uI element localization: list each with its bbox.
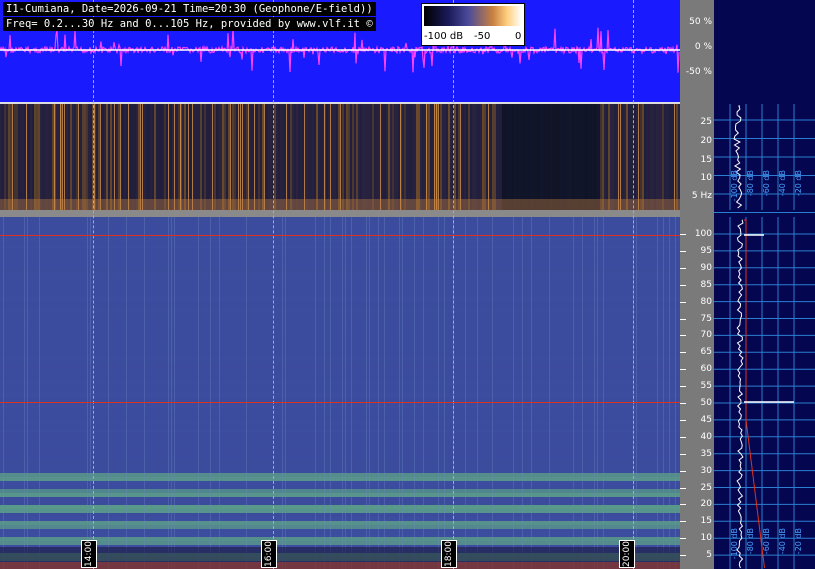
geophone-axis: 25 20 15 10 5 Hz xyxy=(680,104,714,210)
axis-tick-mark xyxy=(680,470,686,472)
profile-db-label: -40 dB xyxy=(778,528,787,555)
color-scale-legend: -100 dB -50 0 xyxy=(421,3,525,46)
axis-tick: -50 % xyxy=(685,67,712,77)
axis-tick: 10 xyxy=(700,173,712,183)
axis-tick-mark xyxy=(680,234,686,235)
profile-db-label: -20 dB xyxy=(794,528,803,555)
hour-marker xyxy=(93,0,94,569)
profile-db-label: -40 dB xyxy=(778,170,787,197)
axis-tick: 65 xyxy=(700,347,712,358)
axis-tick-mark xyxy=(680,318,686,320)
axis-tick-mark xyxy=(680,419,686,421)
time-label: 16:00 xyxy=(261,540,277,568)
axis-tick-mark xyxy=(680,403,686,404)
axis-tick-mark xyxy=(680,504,686,506)
axis-tick-mark xyxy=(680,436,686,438)
color-scale-max: 0 xyxy=(515,31,522,42)
color-scale-gradient xyxy=(424,6,522,26)
panel-divider xyxy=(0,210,680,217)
hour-marker xyxy=(633,0,634,569)
spectrum-profile-plot xyxy=(714,104,815,569)
axis-tick: 55 xyxy=(700,381,712,392)
station-title: I1-Cumiana, Date=2026-09-21 Time=20:30 (… xyxy=(3,2,376,16)
profile-db-label: -80 dB xyxy=(746,170,755,197)
axis-tick-mark xyxy=(680,301,686,303)
axis-tick-mark xyxy=(680,538,686,540)
axis-tick: 45 xyxy=(700,414,712,425)
time-label: 18:00 xyxy=(441,540,457,568)
axis-tick: 15 xyxy=(700,155,712,165)
geophone-spectrogram xyxy=(0,104,680,210)
axis-tick: 100 xyxy=(694,229,712,239)
time-label: 14:00 xyxy=(81,540,97,568)
axis-tick-mark xyxy=(680,284,686,286)
axis-tick-mark xyxy=(680,335,686,337)
axis-tick: 5 Hz xyxy=(691,191,712,201)
axis-tick: 70 xyxy=(700,330,712,341)
axis-tick-mark xyxy=(680,386,686,388)
profile-db-label: -60 dB xyxy=(762,528,771,555)
axis-tick: 30 xyxy=(700,465,712,476)
reference-line-50hz xyxy=(0,402,680,403)
reference-line-100hz xyxy=(0,235,680,236)
geophone-spectrogram-image xyxy=(0,104,680,210)
axis-tick: 15 xyxy=(700,516,712,527)
frequency-info: Freq= 0.2...30 Hz and 0...105 Hz, provid… xyxy=(3,17,376,31)
axis-tick-mark xyxy=(680,487,686,489)
axis-tick: 25 xyxy=(700,117,712,127)
axis-tick-mark xyxy=(680,555,686,557)
axis-tick: 75 xyxy=(700,313,712,324)
axis-tick-mark xyxy=(680,352,686,354)
axis-tick: 85 xyxy=(700,279,712,290)
axis-tick: 50 % xyxy=(689,17,712,27)
axis-tick: 20 xyxy=(700,499,712,510)
efield-spectrogram-image xyxy=(0,217,680,569)
spectrogram-viewer: 14:00 16:00 18:00 20:00 I1-Cumiana, Date… xyxy=(0,0,815,569)
axis-tick: 80 xyxy=(700,296,712,307)
efield-axis: 100 95 90 85 80 75 70 65 60 55 50 45 40 35 30 25 20 15 10 5 xyxy=(680,217,714,569)
axis-tick-mark xyxy=(680,369,686,371)
hour-marker xyxy=(453,0,454,569)
profile-db-label: -100 dB xyxy=(730,170,739,202)
waveform-axis: 50 % 0 % -50 % xyxy=(680,0,714,103)
axis-tick: 35 xyxy=(700,448,712,459)
axis-tick: 60 xyxy=(700,364,712,375)
time-label: 20:00 xyxy=(619,540,635,568)
axis-tick-mark xyxy=(680,267,686,269)
axis-tick-mark xyxy=(680,453,686,455)
profile-db-label: -20 dB xyxy=(794,170,803,197)
axis-tick: 95 xyxy=(700,245,712,256)
spectrum-profile: -100 dB -80 dB -60 dB -40 dB -20 dB -100… xyxy=(714,0,815,569)
axis-tick-mark xyxy=(680,250,686,252)
hour-marker xyxy=(273,0,274,569)
profile-db-label: -60 dB xyxy=(762,170,771,197)
profile-db-label: -100 dB xyxy=(730,528,739,560)
axis-tick: 40 xyxy=(700,431,712,442)
axis-tick: 5 xyxy=(706,550,712,561)
profile-db-label: -80 dB xyxy=(746,528,755,555)
axis-tick: 25 xyxy=(700,482,712,493)
axis-tick-mark xyxy=(680,521,686,523)
axis-tick: 90 xyxy=(700,262,712,273)
axis-tick: 0 % xyxy=(694,42,712,52)
axis-tick: 20 xyxy=(700,136,712,146)
efield-spectrogram xyxy=(0,217,680,569)
axis-tick: 10 xyxy=(700,533,712,544)
axis-tick: 50 xyxy=(700,398,712,408)
color-scale-min: -100 dB xyxy=(424,31,464,42)
color-scale-mid: -50 xyxy=(474,31,491,42)
